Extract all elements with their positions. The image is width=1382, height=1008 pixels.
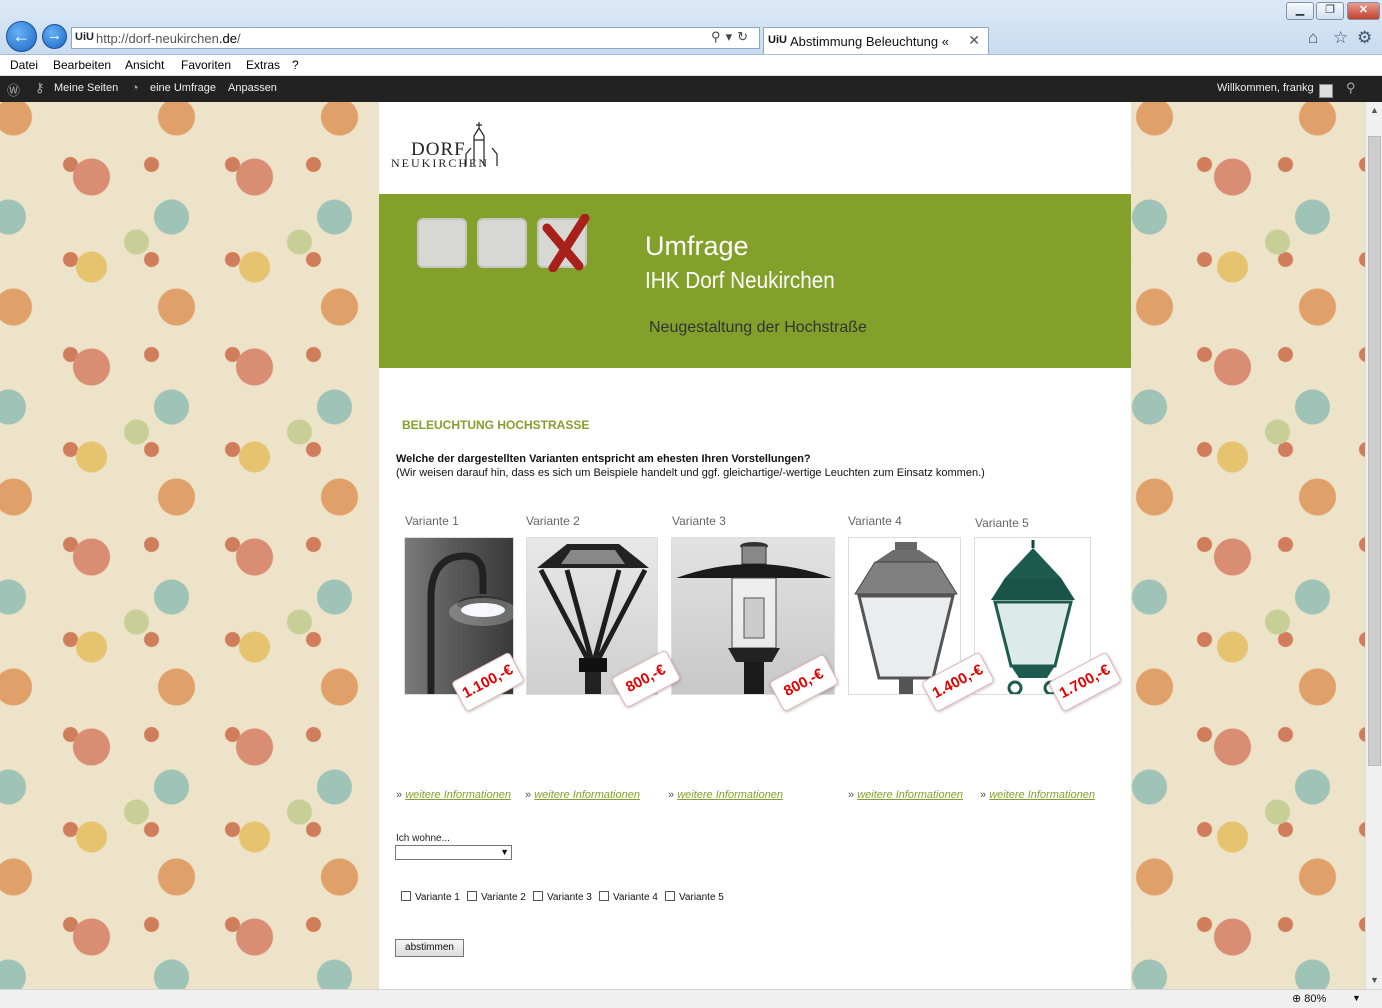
zoom-icon: ⊕ [1292, 993, 1302, 1005]
tab-close-icon[interactable]: ✕ [968, 32, 980, 49]
scroll-up-icon[interactable]: ▲ [1366, 102, 1382, 119]
checkbox-variant-2[interactable]: Variante 2 [467, 891, 526, 903]
maximize-button[interactable]: ❐ [1316, 2, 1344, 20]
checkbox-variant-5[interactable]: Variante 5 [665, 891, 724, 903]
zoom-level[interactable]: ⊕ 80% [1292, 992, 1326, 1005]
key-icon: ⚷ [35, 80, 45, 95]
forward-button[interactable]: → [42, 24, 67, 49]
more-info-variant-2: » weitere Informationen [525, 789, 640, 801]
banner-subtitle: IHK Dorf Neukirchen [645, 267, 835, 293]
checkbox-box[interactable] [401, 891, 411, 901]
variant-3-label: Variante 3 [672, 514, 726, 528]
browser-tab[interactable]: UiU Abstimmung Beleuchtung « ✕ [763, 27, 989, 54]
banner-title: Umfrage [645, 231, 749, 261]
wordpress-logo-icon[interactable]: Ⓦ [7, 80, 20, 99]
banner-tagline: Neugestaltung der Hochstraße [649, 319, 867, 336]
checkbox-box[interactable] [467, 891, 477, 901]
checkbox-variant-3[interactable]: Variante 3 [533, 891, 592, 903]
minimize-button[interactable]: ▁ [1286, 2, 1314, 20]
checkbox-graphic [477, 218, 527, 268]
menu-ansicht[interactable]: Ansicht [125, 58, 164, 72]
more-info-link-variant-2[interactable]: weitere Informationen [534, 789, 640, 801]
scrollbar-thumb[interactable] [1368, 136, 1381, 766]
menu-favoriten[interactable]: Favoriten [181, 58, 231, 72]
more-info-link-variant-5[interactable]: weitere Informationen [989, 789, 1095, 801]
star-icon[interactable]: ☆ [1333, 28, 1348, 48]
question-text: Welche der dargestellten Varianten entsp… [396, 453, 811, 465]
checkbox-box[interactable] [533, 891, 543, 901]
more-info-variant-5: » weitere Informationen [980, 789, 1095, 801]
residence-label: Ich wohne... [396, 833, 450, 844]
status-bar: ⊕ 80% ▼ [0, 989, 1382, 1008]
checkbox-box[interactable] [599, 891, 609, 901]
url-text[interactable]: http://dorf-neukirchen.de/ [96, 31, 241, 46]
browser-toolbar: ▁ ❐ ✕ ← → UiU http://dorf-neukirchen.de/… [0, 0, 1382, 55]
forward-icon: → [47, 27, 62, 44]
header-banner: Umfrage IHK Dorf Neukirchen Neugestaltun… [379, 194, 1131, 368]
scroll-down-icon[interactable]: ▼ [1366, 972, 1382, 989]
refresh-icon[interactable]: ↻ [737, 29, 753, 44]
checkbox-variant-1[interactable]: Variante 1 [401, 891, 460, 903]
checkbox-graphic-checked [537, 214, 590, 272]
tab-title: Abstimmung Beleuchtung « [790, 34, 949, 49]
close-window-button[interactable]: ✕ [1347, 2, 1380, 20]
tab-favicon: UiU [768, 34, 787, 46]
vertical-scrollbar[interactable]: ▲ ▼ [1365, 102, 1382, 989]
admin-welcome[interactable]: Willkommen, frankg [1217, 82, 1314, 94]
submit-vote-button[interactable]: abstimmen [395, 939, 464, 957]
more-info-variant-1: » weitere Informationen [396, 789, 511, 801]
checkbox-graphic [417, 218, 467, 268]
more-info-variant-4: » weitere Informationen [848, 789, 963, 801]
search-icon[interactable]: ⚲ [1346, 80, 1356, 96]
site-logo[interactable]: DORF NEUKIRCHEN [391, 118, 501, 174]
variant-4-label: Variante 4 [848, 514, 902, 528]
more-info-link-variant-3[interactable]: weitere Informationen [677, 789, 783, 801]
menu-extras[interactable]: Extras [246, 58, 280, 72]
gear-icon[interactable]: ⚙ [1357, 28, 1372, 48]
page-background: DORF NEUKIRCHEN Umfrage IHK Dorf Neukirc… [0, 102, 1365, 989]
menu-datei[interactable]: Datei [10, 58, 38, 72]
menu-help[interactable]: ? [292, 58, 299, 72]
chevron-down-icon: ▼ [500, 847, 509, 857]
hint-text: (Wir weisen darauf hin, dass es sich um … [396, 467, 985, 479]
avatar[interactable] [1319, 84, 1333, 98]
variant-1-label: Variante 1 [405, 514, 459, 528]
admin-bar: Ⓦ ⚷ Meine Seiten ◔ eine Umfrage Anpassen… [0, 76, 1382, 102]
menu-bearbeiten[interactable]: Bearbeiten [53, 58, 111, 72]
section-title: BELEUCHTUNG HOCHSTRASSE [402, 418, 590, 432]
checkbox-box[interactable] [665, 891, 675, 901]
dropdown-icon[interactable]: ▾ [726, 29, 738, 44]
more-info-link-variant-1[interactable]: weitere Informationen [405, 789, 511, 801]
home-icon[interactable]: ⌂ [1308, 28, 1318, 48]
back-icon: ← [12, 26, 31, 46]
admin-my-sites[interactable]: Meine Seiten [54, 82, 118, 94]
address-tools[interactable]: ⚲▾↻ [711, 29, 753, 45]
admin-site-name[interactable]: eine Umfrage [150, 82, 216, 94]
zoom-dropdown-icon[interactable]: ▼ [1352, 993, 1361, 1003]
admin-customize[interactable]: Anpassen [228, 82, 277, 94]
logo-text-neukirchen: NEUKIRCHEN [391, 156, 489, 170]
site-favicon: UiU [75, 31, 94, 43]
dashboard-icon: ◔ [131, 80, 139, 95]
variant-2-label: Variante 2 [526, 514, 580, 528]
more-info-link-variant-4[interactable]: weitere Informationen [857, 789, 963, 801]
search-icon[interactable]: ⚲ [711, 29, 726, 44]
menu-bar: Datei Bearbeiten Ansicht Favoriten Extra… [0, 55, 1382, 76]
content-area: DORF NEUKIRCHEN Umfrage IHK Dorf Neukirc… [379, 102, 1131, 989]
checkbox-variant-4[interactable]: Variante 4 [599, 891, 658, 903]
variant-5-label: Variante 5 [975, 516, 1029, 530]
address-bar[interactable]: UiU http://dorf-neukirchen.de/ ⚲▾↻ [71, 27, 760, 49]
more-info-variant-3: » weitere Informationen [668, 789, 783, 801]
back-button[interactable]: ← [6, 21, 37, 52]
residence-select[interactable]: ▼ [395, 845, 512, 860]
red-cross-icon [542, 214, 590, 272]
